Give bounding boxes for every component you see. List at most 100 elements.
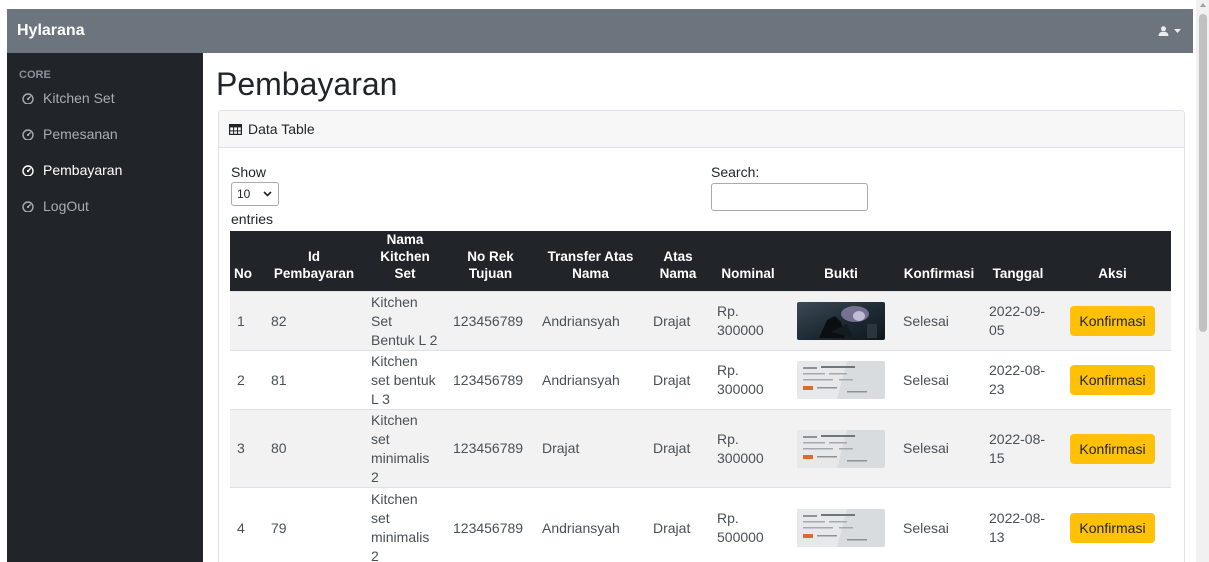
- table-row: 3 80 Kitchen set minimalis 2 123456789 D…: [230, 409, 1171, 488]
- cell-aksi: Konfirmasi: [1054, 291, 1171, 351]
- sidebar-item-label: LogOut: [43, 198, 89, 214]
- column-header-no[interactable]: No: [230, 231, 264, 292]
- sidebar-item-label: Kitchen Set: [43, 90, 115, 106]
- tachometer-icon: [22, 92, 34, 104]
- length-show-label: Show: [231, 164, 267, 180]
- cell-no: 4: [230, 487, 264, 562]
- tachometer-icon: [22, 128, 34, 140]
- cell-atas-nama: Drajat: [646, 291, 710, 351]
- cell-id: 81: [264, 350, 364, 410]
- cell-nama-kitchen-set: Kitchen set minimalis 2: [364, 409, 446, 488]
- sidebar-item-pembayaran[interactable]: Pembayaran: [7, 152, 203, 188]
- cell-transfer-atas-nama: Drajat: [535, 409, 646, 488]
- cell-aksi: Konfirmasi: [1054, 409, 1171, 488]
- tachometer-icon: [22, 200, 34, 212]
- sidebar-item-kitchen-set[interactable]: Kitchen Set: [7, 80, 203, 116]
- sidebar-item-logout[interactable]: LogOut: [7, 188, 203, 224]
- column-header-aksi[interactable]: Aksi: [1054, 231, 1171, 292]
- cell-nama-kitchen-set: Kitchen Set Bentuk L 2: [364, 291, 446, 351]
- search-control: Search:: [711, 164, 868, 211]
- column-header-konfirmasi[interactable]: Konfirmasi: [896, 231, 982, 292]
- entries-select-value: 10: [237, 186, 251, 201]
- cell-nama-kitchen-set: Kitchen set bentuk L 3: [364, 350, 446, 410]
- brand-logo[interactable]: Hylarana: [7, 22, 85, 40]
- sidebar: CORE Kitchen Set Pemesanan Pembayaran Lo…: [7, 53, 203, 562]
- cell-nominal: Rp. 300000: [710, 409, 786, 488]
- cell-konfirmasi: Selesai: [896, 291, 982, 351]
- top-navbar: Hylarana: [7, 9, 1193, 53]
- cell-no-rek: 123456789: [446, 409, 535, 488]
- cell-bukti: [786, 291, 896, 351]
- cell-nama-kitchen-set: Kitchen set minimalis 2: [364, 487, 446, 562]
- cell-atas-nama: Drajat: [646, 350, 710, 410]
- cell-no: 1: [230, 291, 264, 351]
- user-dropdown[interactable]: [1158, 26, 1193, 36]
- card-header-title: Data Table: [248, 121, 315, 137]
- cell-transfer-atas-nama: Andriansyah: [535, 350, 646, 410]
- cell-no-rek: 123456789: [446, 291, 535, 351]
- cell-nominal: Rp. 300000: [710, 350, 786, 410]
- entries-select[interactable]: 10: [231, 182, 279, 206]
- cell-atas-nama: Drajat: [646, 409, 710, 488]
- cell-konfirmasi: Selesai: [896, 350, 982, 410]
- column-header-nominal[interactable]: Nominal: [710, 231, 786, 292]
- bukti-thumbnail[interactable]: [797, 429, 885, 468]
- cell-id: 82: [264, 291, 364, 351]
- column-header-tanggal[interactable]: Tanggal: [982, 231, 1054, 292]
- column-header-nama-kitchen-set[interactable]: Nama Kitchen Set: [364, 231, 446, 292]
- data-table-card: Data Table Show 10 entries Search: No Id…: [218, 110, 1185, 562]
- tachometer-icon: [22, 164, 34, 176]
- sidebar-item-pemesanan[interactable]: Pemesanan: [7, 116, 203, 152]
- cell-no-rek: 123456789: [446, 350, 535, 410]
- konfirmasi-button[interactable]: Konfirmasi: [1070, 306, 1155, 336]
- table-row: 1 82 Kitchen Set Bentuk L 2 123456789 An…: [230, 291, 1171, 351]
- column-header-no-rek-tujuan[interactable]: No Rek Tujuan: [446, 231, 535, 292]
- table-row: 4 79 Kitchen set minimalis 2 123456789 A…: [230, 487, 1171, 562]
- cell-id: 80: [264, 409, 364, 488]
- chevron-down-icon: [263, 191, 272, 197]
- cell-konfirmasi: Selesai: [896, 409, 982, 488]
- user-icon: [1158, 26, 1169, 36]
- cell-no: 2: [230, 350, 264, 410]
- cell-no: 3: [230, 409, 264, 488]
- konfirmasi-button[interactable]: Konfirmasi: [1070, 365, 1155, 395]
- entries-length-control: Show 10 entries: [231, 164, 279, 228]
- card-header: Data Table: [219, 111, 1184, 148]
- table-row: 2 81 Kitchen set bentuk L 3 123456789 An…: [230, 350, 1171, 410]
- column-header-transfer-atas-nama[interactable]: Transfer Atas Nama: [535, 231, 646, 292]
- cell-tanggal: 2022-08-13: [982, 487, 1054, 562]
- cell-transfer-atas-nama: Andriansyah: [535, 487, 646, 562]
- bukti-thumbnail[interactable]: [797, 361, 885, 399]
- cell-bukti: [786, 350, 896, 410]
- cell-bukti: [786, 409, 896, 488]
- cell-tanggal: 2022-08-15: [982, 409, 1054, 488]
- page-title: Pembayaran: [216, 66, 398, 102]
- column-header-bukti[interactable]: Bukti: [786, 231, 896, 292]
- sidebar-heading: CORE: [19, 69, 51, 81]
- cell-id: 79: [264, 487, 364, 562]
- length-entries-label: entries: [231, 211, 274, 227]
- konfirmasi-button[interactable]: Konfirmasi: [1070, 433, 1155, 464]
- sidebar-item-label: Pembayaran: [43, 162, 123, 178]
- cell-bukti: [786, 487, 896, 562]
- page-scrollbar[interactable]: [1196, 0, 1209, 562]
- cell-tanggal: 2022-09-05: [982, 291, 1054, 351]
- search-label: Search:: [711, 164, 760, 180]
- search-input[interactable]: [711, 183, 868, 211]
- cell-aksi: Konfirmasi: [1054, 487, 1171, 562]
- konfirmasi-button[interactable]: Konfirmasi: [1070, 513, 1155, 544]
- scrollbar-thumb[interactable]: [1199, 14, 1207, 332]
- scroll-up-arrow-icon[interactable]: [1200, 3, 1206, 7]
- sidebar-item-label: Pemesanan: [43, 126, 118, 142]
- cell-konfirmasi: Selesai: [896, 487, 982, 562]
- cell-nominal: Rp. 500000: [710, 487, 786, 562]
- cell-transfer-atas-nama: Andriansyah: [535, 291, 646, 351]
- column-header-id-pembayaran[interactable]: Id Pembayaran: [264, 231, 364, 292]
- caret-down-icon: [1174, 29, 1181, 33]
- table-header-row: No Id Pembayaran Nama Kitchen Set No Rek…: [230, 231, 1171, 292]
- cell-tanggal: 2022-08-23: [982, 350, 1054, 410]
- bukti-thumbnail[interactable]: [797, 302, 885, 340]
- cell-atas-nama: Drajat: [646, 487, 710, 562]
- column-header-atas-nama[interactable]: Atas Nama: [646, 231, 710, 292]
- bukti-thumbnail[interactable]: [797, 509, 885, 548]
